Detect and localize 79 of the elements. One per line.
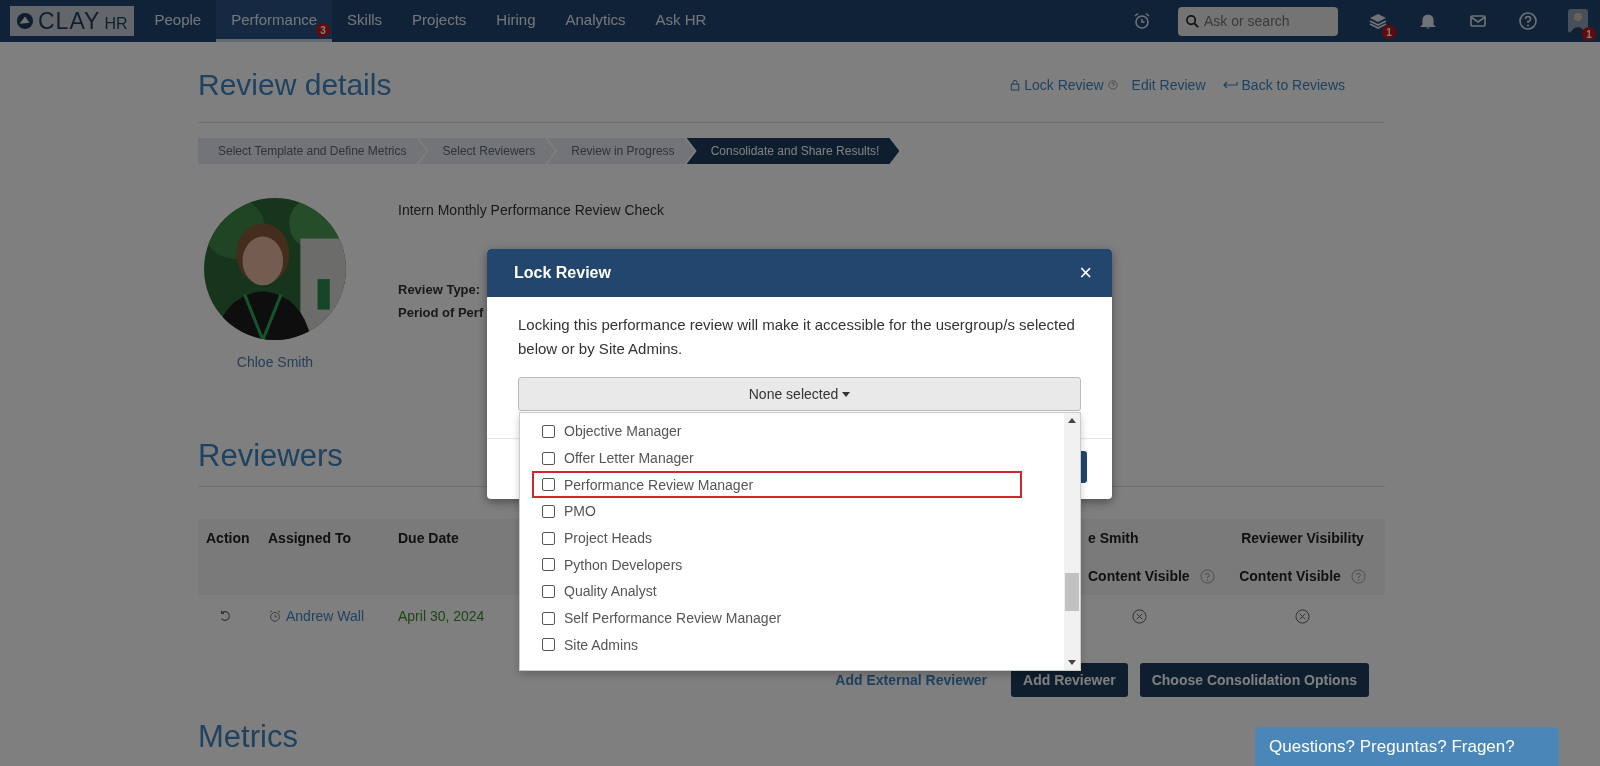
lock-review-link[interactable]: Lock Review xyxy=(1024,77,1104,93)
cross-circle-icon xyxy=(1132,608,1147,624)
chat-button[interactable]: Questions? Preguntas? Fragen? xyxy=(1255,727,1559,766)
logo-mark-icon xyxy=(16,12,34,30)
column-header: Reviewer Visibility xyxy=(1240,530,1365,546)
checkbox[interactable] xyxy=(542,558,555,572)
column-header: Action xyxy=(205,530,251,546)
usergroup-option[interactable]: Python Developers xyxy=(532,551,1022,579)
employee-name[interactable]: Chloe Smith xyxy=(236,354,314,370)
edit-review-link[interactable]: Edit Review xyxy=(1131,77,1206,93)
nav-item[interactable]: Projects xyxy=(397,0,482,42)
user-avatar-icon[interactable] xyxy=(1568,9,1588,33)
action-button[interactable]: Choose Consolidation Options xyxy=(1139,663,1369,697)
dialog-title: Lock Review xyxy=(514,264,611,282)
due-date: April 30, 2024 xyxy=(398,608,486,624)
caret-icon xyxy=(842,391,851,397)
stack-icon[interactable] xyxy=(1368,11,1388,31)
notification-badge: 1 xyxy=(1582,27,1596,41)
progress-step: Consolidate and Share Results! xyxy=(686,138,900,164)
logo-text: CLAY xyxy=(38,7,101,35)
cross-circle-icon xyxy=(1295,608,1310,624)
section-title: Metrics xyxy=(198,719,298,756)
progress-step: Select Template and Define Metrics xyxy=(198,138,427,164)
close-button[interactable]: × xyxy=(1079,262,1092,284)
back-to-reviews-link[interactable]: Back to Reviews xyxy=(1241,77,1345,93)
checkbox[interactable] xyxy=(542,638,555,652)
search-field[interactable]: Ask or search xyxy=(1178,6,1338,36)
undo-icon[interactable] xyxy=(218,609,232,623)
logo-suffix: HR xyxy=(104,15,128,34)
column-subheader: Content Visible xyxy=(1239,568,1341,584)
checkbox[interactable] xyxy=(542,611,555,625)
column-header: Due Date xyxy=(398,530,460,546)
nav-item[interactable]: Analytics xyxy=(550,0,641,42)
field-label: Period of Perf xyxy=(398,305,485,320)
review-name: Intern Monthly Performance Review Check xyxy=(398,202,665,218)
search-icon xyxy=(1185,13,1200,29)
usergroup-option[interactable]: PMO xyxy=(532,498,1022,525)
column-subheader: Content Visible xyxy=(1088,568,1190,584)
progress-step: Review in Progress xyxy=(547,138,695,164)
lock-icon xyxy=(1010,79,1021,91)
scroll-down-arrow-icon[interactable] xyxy=(1068,660,1076,665)
scrollbar[interactable] xyxy=(1064,413,1080,670)
nav-item[interactable]: People xyxy=(139,0,217,42)
usergroup-option[interactable]: Project Heads xyxy=(532,524,1022,552)
notification-badge: 1 xyxy=(1382,25,1396,39)
column-header: e Smith xyxy=(1087,530,1140,546)
nav-item[interactable]: Skills xyxy=(332,0,398,42)
usergroup-dropdown[interactable]: None selected xyxy=(518,377,1081,411)
usergroup-option[interactable]: Self Performance Review Manager xyxy=(532,604,1022,632)
alarm-clock-icon[interactable] xyxy=(1132,11,1152,31)
checkbox[interactable] xyxy=(542,424,555,438)
scroll-up-arrow-icon[interactable] xyxy=(1068,418,1076,423)
field-label: Review Type: xyxy=(398,282,482,297)
checkbox[interactable] xyxy=(542,451,555,465)
alarm-clock-icon xyxy=(268,609,282,623)
add-external-reviewer-link[interactable]: Add External Reviewer xyxy=(835,672,988,688)
usergroup-option[interactable]: Performance Review Manager xyxy=(532,471,1022,499)
checkbox[interactable] xyxy=(542,478,555,492)
checkbox[interactable] xyxy=(542,531,555,545)
return-arrow-icon xyxy=(1221,80,1238,90)
checkbox[interactable] xyxy=(542,584,555,598)
nav-item[interactable]: Ask HR xyxy=(640,0,722,42)
nav-item[interactable]: Performance 3 xyxy=(216,0,333,42)
checkbox[interactable] xyxy=(542,504,555,518)
usergroup-option[interactable]: Offer Letter Manager xyxy=(532,444,1022,472)
nav-item[interactable]: Hiring xyxy=(481,0,551,42)
bell-icon[interactable] xyxy=(1418,11,1438,31)
help-icon[interactable] xyxy=(1199,568,1215,584)
column-header: Assigned To xyxy=(268,530,352,546)
usergroup-option[interactable]: Quality Analyst xyxy=(532,578,1022,605)
help-icon[interactable] xyxy=(1350,568,1366,584)
logo[interactable]: CLAY HR xyxy=(10,6,134,36)
progress-step: Select Reviewers xyxy=(418,138,556,164)
page-title: Review details xyxy=(198,68,392,102)
reviewer-name-link[interactable]: Andrew Wall xyxy=(286,608,365,624)
usergroup-option[interactable]: Site Admins xyxy=(532,631,1022,659)
scrollbar-thumb[interactable] xyxy=(1065,573,1079,611)
notification-badge: 3 xyxy=(316,23,331,37)
dialog-message: Locking this performance review will make it accessible for the usergroup/s selected below or by Site Admins. xyxy=(518,315,1076,359)
